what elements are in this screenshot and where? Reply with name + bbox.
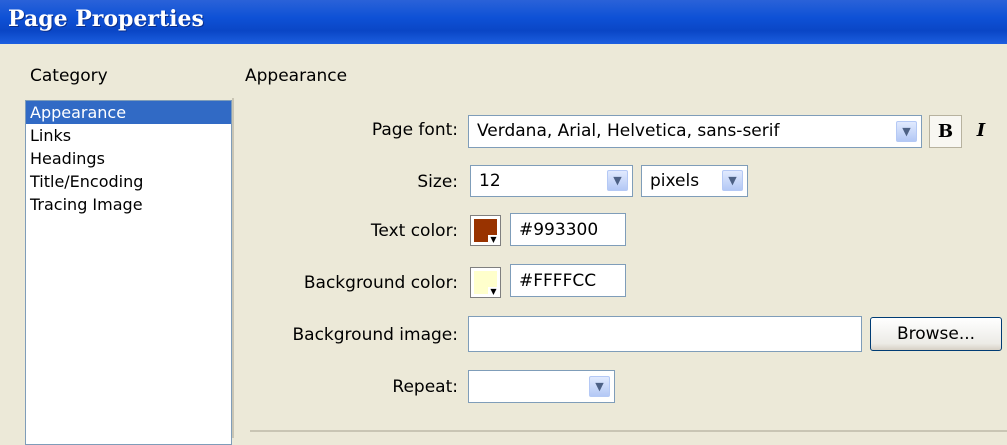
- size-unit-value: pixels: [650, 171, 700, 191]
- background-color-label: Background color:: [303, 273, 458, 293]
- text-color-label: Text color:: [370, 221, 458, 241]
- category-item-title-encoding[interactable]: Title/Encoding: [26, 170, 231, 193]
- chevron-down-icon[interactable]: ▼: [722, 170, 743, 191]
- section-heading: Appearance: [245, 66, 348, 86]
- triangle-down-icon: ▼: [488, 235, 499, 244]
- bold-button[interactable]: B: [929, 115, 962, 148]
- triangle-down-icon: ▼: [488, 287, 499, 296]
- category-item-headings[interactable]: Headings: [26, 147, 231, 170]
- page-font-select[interactable]: Verdana, Arial, Helvetica, sans-serif: [468, 115, 922, 148]
- category-item-links[interactable]: Links: [26, 124, 231, 147]
- title-bar: Page Properties: [0, 0, 1007, 44]
- window-title: Page Properties: [8, 6, 204, 32]
- page-font-label: Page font:: [371, 120, 458, 140]
- size-label: Size:: [417, 172, 458, 192]
- background-color-swatch[interactable]: ▼: [470, 267, 501, 298]
- background-image-input[interactable]: [468, 316, 862, 352]
- repeat-label: Repeat:: [392, 377, 458, 397]
- page-font-value: Verdana, Arial, Helvetica, sans-serif: [477, 121, 780, 141]
- section-divider-vertical: [232, 98, 234, 438]
- category-item-tracing-image[interactable]: Tracing Image: [26, 193, 231, 216]
- browse-button[interactable]: Browse...: [870, 317, 1002, 351]
- chevron-down-icon[interactable]: ▼: [607, 170, 628, 191]
- text-color-input[interactable]: [510, 213, 626, 246]
- text-color-swatch[interactable]: ▼: [470, 215, 501, 246]
- size-value: 12: [479, 171, 501, 191]
- italic-button[interactable]: I: [966, 115, 996, 148]
- section-divider-horizontal: [250, 430, 1007, 432]
- category-list[interactable]: Appearance Links Headings Title/Encoding…: [25, 100, 232, 445]
- background-color-input[interactable]: [510, 264, 626, 297]
- chevron-down-icon[interactable]: ▼: [589, 376, 610, 397]
- category-item-appearance[interactable]: Appearance: [26, 101, 231, 124]
- background-image-label: Background image:: [292, 325, 458, 345]
- chevron-down-icon[interactable]: ▼: [896, 121, 917, 142]
- category-heading: Category: [30, 66, 108, 86]
